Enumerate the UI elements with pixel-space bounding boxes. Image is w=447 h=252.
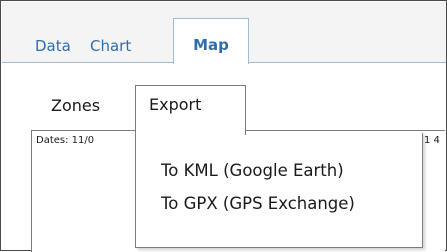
tab-data[interactable]: Data xyxy=(35,29,71,63)
subtab-export[interactable]: Export xyxy=(135,85,246,135)
tab-map[interactable]: Map xyxy=(173,18,249,64)
menu-item-export-kml[interactable]: To KML (Google Earth) xyxy=(161,161,344,180)
app-frame: Data Chart Map Zones Export Dates: 11/0 … xyxy=(0,0,447,252)
subtab-zones[interactable]: Zones xyxy=(51,87,100,132)
dates-label-tail: 1 4 xyxy=(424,135,440,146)
menu-item-export-gpx[interactable]: To GPX (GPS Exchange) xyxy=(161,194,355,213)
export-dropdown-menu: To KML (Google Earth) To GPX (GPS Exchan… xyxy=(135,133,423,248)
tab-chart[interactable]: Chart xyxy=(90,29,131,63)
